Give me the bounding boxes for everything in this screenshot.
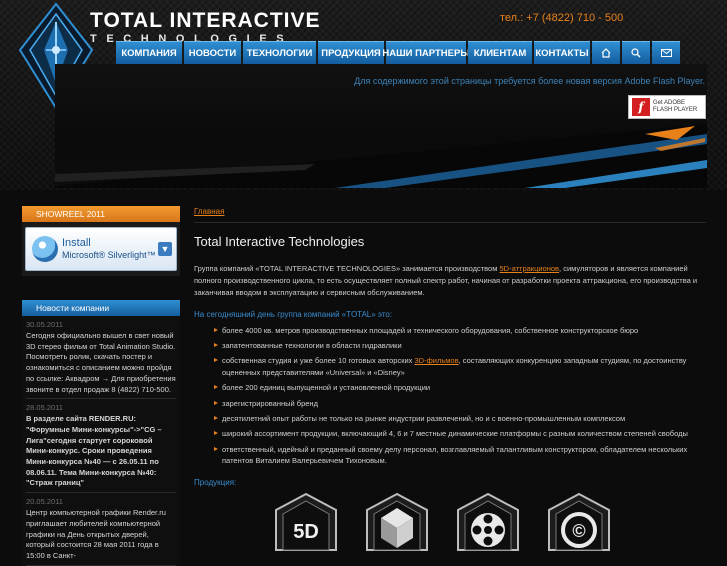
products-row: 5D ©	[272, 492, 612, 551]
search-icon	[631, 48, 641, 58]
intro-paragraph: Группа компаний «TOTAL INTERACTIVE TECHN…	[194, 264, 698, 298]
list-item: широкий ассортимент продукции, включающи…	[194, 428, 706, 439]
main-nav: КОМПАНИЯ НОВОСТИ ТЕХНОЛОГИИ ПРОДУКЦИЯ НА…	[116, 41, 682, 64]
bullet-arrow-icon	[214, 416, 218, 421]
products-label: Продукция:	[194, 477, 237, 487]
list-item: более 200 единиц выпущенной и установлен…	[194, 382, 706, 393]
bullet-arrow-icon	[214, 358, 218, 363]
news-item[interactable]: 28.05.2011 В разделе сайта RENDER.RU: "Ф…	[26, 399, 176, 494]
brand-name: TOTAL INTERACTIVE	[90, 9, 321, 32]
5d-product-icon[interactable]: 5D	[272, 492, 340, 552]
simulator-product-icon[interactable]	[363, 492, 431, 552]
mail-icon	[660, 49, 672, 57]
news-date: 20.05.2011	[26, 497, 63, 507]
breadcrumb-divider	[194, 222, 706, 223]
news-date: 30.05.2011	[26, 320, 63, 329]
3d-films-link[interactable]: 3D-фильмов	[415, 356, 459, 365]
bullet-arrow-icon	[214, 343, 218, 348]
showreel-header: SHOWREEL 2011	[22, 206, 180, 222]
copyright-product-icon[interactable]: ©	[545, 492, 613, 552]
bullet-arrow-icon	[214, 446, 218, 451]
silverlight-install-label: Install	[62, 237, 91, 249]
brand-wordmark[interactable]: TOTAL INTERACTIVE TECHNOLOGIES	[90, 9, 321, 45]
flash-player-icon: f	[632, 98, 650, 116]
flash-badge-line1: Get ADOBE	[653, 100, 686, 106]
product-copyright-label: ©	[572, 521, 585, 541]
page-title: Total Interactive Technologies	[194, 234, 365, 249]
mail-button[interactable]	[652, 41, 680, 64]
news-text: В разделе сайта RENDER.RU: "Форумные Мин…	[26, 414, 162, 488]
sidebar: SHOWREEL 2011 Install Microsoft® Silverl…	[22, 206, 180, 566]
nav-item-technologies[interactable]: ТЕХНОЛОГИИ	[243, 41, 316, 64]
nav-item-contacts[interactable]: КОНТАКТЫ	[534, 41, 590, 64]
news-text: Центр компьютерной графики Render.ru при…	[26, 508, 166, 560]
download-arrow-icon: ▼	[158, 242, 172, 256]
search-button[interactable]	[622, 41, 650, 64]
flash-badge-line2: FLASH PLAYER	[653, 107, 698, 113]
nav-item-company[interactable]: КОМПАНИЯ	[116, 41, 182, 64]
bullet-arrow-icon	[214, 327, 218, 332]
home-icon	[601, 48, 611, 58]
bullet-arrow-icon	[214, 400, 218, 405]
list-item: десятилетний опыт работы не только на ры…	[194, 413, 706, 424]
silverlight-product-label: Microsoft® Silverlight™	[62, 250, 156, 260]
news-item[interactable]: 30.05.2011 Сегодня официально вышел в св…	[26, 316, 176, 400]
nav-item-products[interactable]: ПРОДУКЦИЯ	[318, 41, 384, 64]
home-button[interactable]	[592, 41, 620, 64]
get-flash-player-button[interactable]: f Get ADOBE FLASH PLAYER	[628, 95, 706, 119]
install-silverlight-button[interactable]: Install Microsoft® Silverlight™ ▼	[25, 227, 177, 271]
list-item: ответственный, идейный и преданный своем…	[194, 444, 706, 467]
features-list: более 4000 кв. метров производственных п…	[194, 325, 706, 467]
film-reel-product-icon[interactable]	[454, 492, 522, 552]
nav-item-partners[interactable]: НАШИ ПАРТНЕРЫ	[382, 41, 470, 64]
list-item: запатентованные технологии в области гид…	[194, 340, 706, 351]
bullet-arrow-icon	[214, 431, 218, 436]
news-list: 30.05.2011 Сегодня официально вышел в св…	[22, 316, 180, 566]
features-subheading: На сегодняшний день группа компаний «TOT…	[194, 309, 393, 319]
flash-required-notice: Для содержимого этой страницы требуется …	[354, 76, 705, 86]
news-item[interactable]: 20.05.2011 Центр компьютерной графики Re…	[26, 493, 176, 566]
list-item: зарегистрированный бренд	[194, 398, 706, 409]
flash-banner: Для содержимого этой страницы требуется …	[55, 64, 707, 188]
5d-attractions-link[interactable]: 5D-аттракционов	[499, 264, 559, 273]
site-header: TOTAL INTERACTIVE TECHNOLOGIES тел.: +7 …	[0, 0, 727, 190]
list-item: более 4000 кв. метров производственных п…	[194, 325, 706, 336]
news-date: 28.05.2011	[26, 403, 63, 413]
breadcrumb-home-link[interactable]: Главная	[194, 207, 706, 216]
news-header[interactable]: Новости компании	[22, 300, 180, 316]
product-5d-label: 5D	[293, 521, 319, 543]
main-content: Главная Total Interactive Technologies Г…	[194, 207, 706, 487]
nav-item-clients[interactable]: КЛИЕНТАМ	[468, 41, 532, 64]
showreel-player: Install Microsoft® Silverlight™ ▼	[22, 222, 180, 276]
nav-item-news[interactable]: НОВОСТИ	[184, 41, 241, 64]
news-text: Сегодня официально вышел в свет новый 3D…	[26, 331, 176, 394]
list-item: собственная студия и уже более 10 готовы…	[194, 355, 706, 378]
bullet-arrow-icon	[214, 385, 218, 390]
silverlight-icon	[32, 236, 58, 262]
phone-number: тел.: +7 (4822) 710 - 500	[500, 12, 624, 24]
